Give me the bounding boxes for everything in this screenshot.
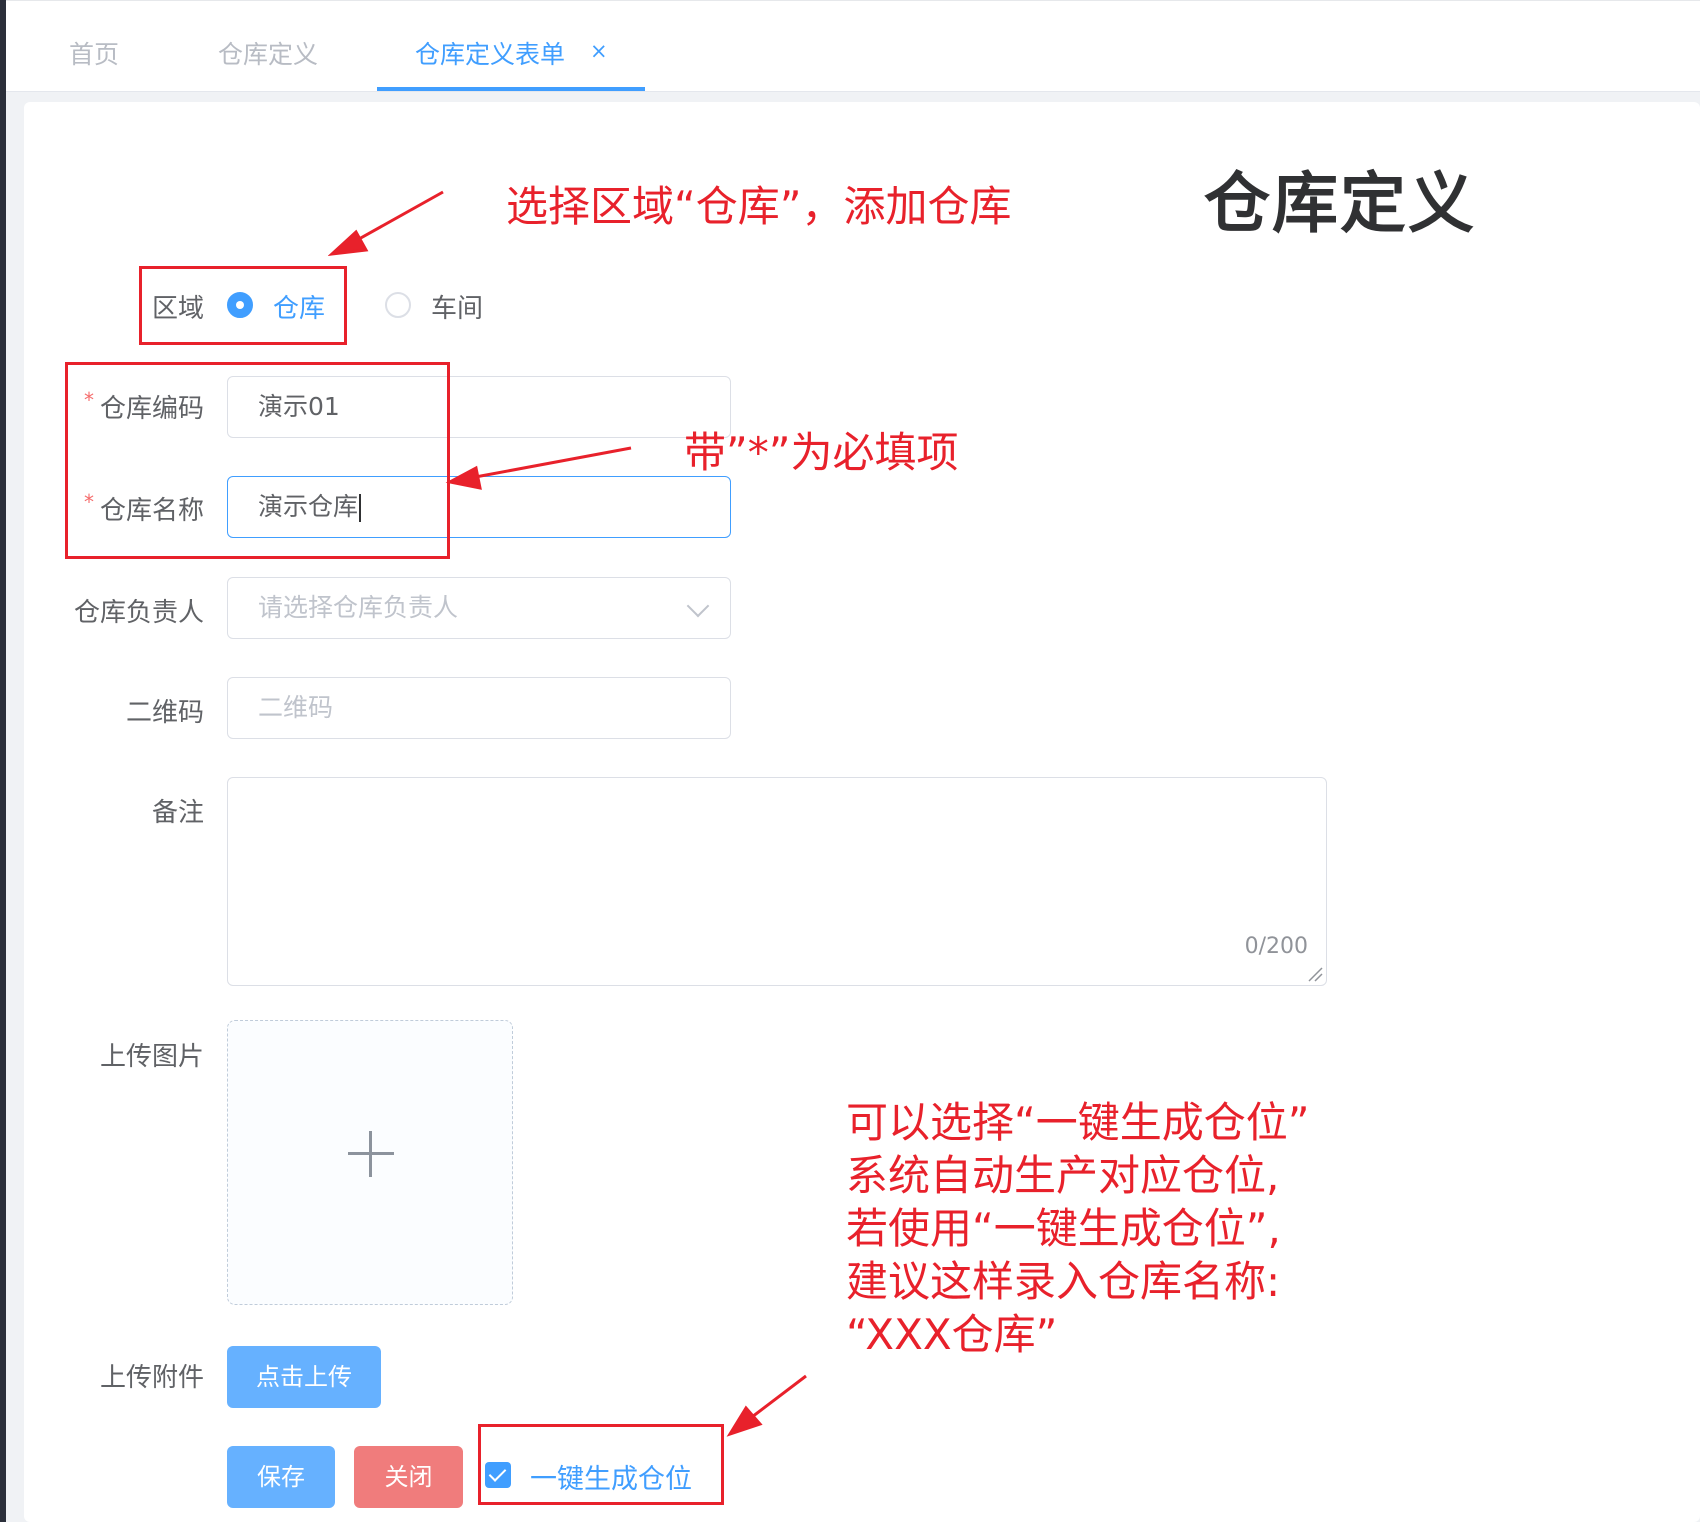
arrow-icon: [747, 1374, 807, 1422]
annotation-arrows: [327, 190, 807, 1437]
arrow-icon: [469, 446, 632, 480]
arrow-icon: [349, 190, 444, 246]
arrow-head-icon: [445, 465, 482, 490]
arrow-head-icon: [327, 229, 369, 257]
arrow-head-icon: [726, 1405, 763, 1437]
